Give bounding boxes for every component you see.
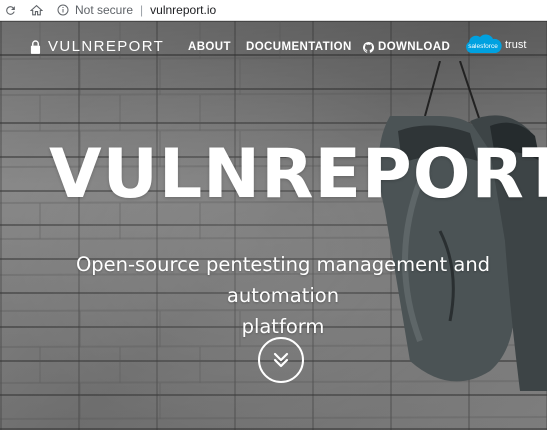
reload-icon[interactable] xyxy=(3,3,17,17)
home-icon[interactable] xyxy=(29,3,43,17)
hero-title: VULNREPORT xyxy=(49,135,547,214)
github-icon xyxy=(363,41,374,53)
security-status[interactable]: Not secure xyxy=(75,3,133,17)
info-icon[interactable] xyxy=(56,4,69,17)
nav-download-label: DOWNLOAD xyxy=(378,41,451,53)
chevron-double-down-icon xyxy=(273,352,289,368)
nav-documentation-link[interactable]: DOCUMENTATION xyxy=(246,41,352,53)
nav-about-link[interactable]: ABOUT xyxy=(188,41,231,53)
url-text[interactable]: vulnreport.io xyxy=(150,3,216,17)
url-separator: | xyxy=(140,3,144,17)
brand-name: VULNREPORT xyxy=(48,38,165,55)
hero-subtitle-line1: Open-source pentesting management and au… xyxy=(75,253,491,307)
salesforce-trust-label: trust xyxy=(505,39,527,51)
salesforce-cloud-icon: salesforce xyxy=(466,34,502,53)
salesforce-wordmark: salesforce xyxy=(468,43,498,50)
browser-address-bar: Not secure | vulnreport.io xyxy=(0,0,547,21)
scroll-down-button[interactable] xyxy=(258,337,304,383)
nav-download-link[interactable]: DOWNLOAD xyxy=(363,41,450,53)
hero-section: VULNREPORT ABOUT DOCUMENTATION DOWNLOAD … xyxy=(0,21,547,430)
hero-subtitle: Open-source pentesting management and au… xyxy=(30,249,536,342)
lock-icon xyxy=(30,39,41,54)
salesforce-trust-logo[interactable]: salesforce trust xyxy=(463,31,526,59)
brand-logo[interactable]: VULNREPORT xyxy=(30,38,164,55)
